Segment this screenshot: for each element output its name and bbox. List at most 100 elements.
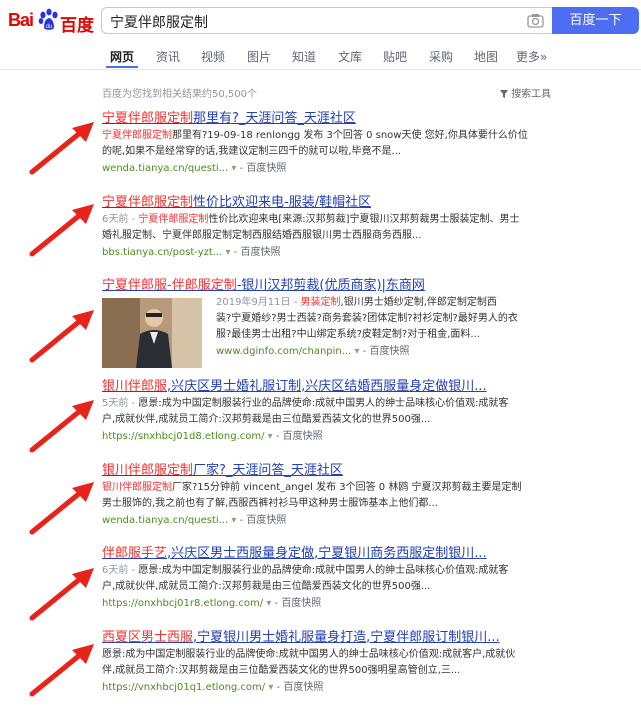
result-abstract: 宁夏伴郎服定制那里有?19-09-18 renlongg 发布 3个回答 0 s…	[102, 128, 622, 160]
result-thumbnail-image[interactable]	[102, 298, 202, 368]
chevron-down-icon[interactable]: ▾	[268, 431, 273, 442]
result-abstract: 6天前 - 愿景:成为中国定制服装行业的品牌使命:成就中国男人的绅士品味核心价值…	[102, 563, 622, 595]
filter-icon	[500, 90, 508, 98]
result-title-link[interactable]: 宁夏伴郎服-伴郎服定制-银川汉邦剪裁(优质商家)|东商网	[102, 277, 622, 294]
result-date: 6天前 -	[102, 214, 139, 225]
baidu-logo[interactable]: Bai du 百度	[8, 8, 96, 36]
chevron-down-icon[interactable]: ▾	[231, 163, 236, 174]
result-url[interactable]: https://vnxhbcj01q1.etlong.com/ ▾ - 百度快照	[102, 680, 622, 695]
result-title-link[interactable]: 西夏区男士西服,宁夏银川男士婚礼服量身打造,宁夏伴郎服订制银川...	[102, 629, 622, 646]
url-text: https://snxhbcj01d8.etlong.com/	[102, 431, 265, 442]
result-title-link[interactable]: 伴郎服手艺,兴庆区男士西服量身定做,宁夏银川商务西服定制银川...	[102, 545, 622, 562]
search-input[interactable]: 宁夏伴郎服定制	[101, 7, 552, 34]
snapshot-link[interactable]: 百度快照	[241, 247, 281, 258]
logo-text-baidu: 百度	[60, 16, 94, 36]
tab-zhidao[interactable]: 知道	[292, 48, 316, 65]
abstract-text: 性价比欢迎来电[来源:汉邦剪裁]宁夏银川汉邦剪裁男士服装定制、男士	[208, 214, 520, 225]
title-text: ,兴庆区男士西服量身定做,宁夏银川商务西服定制银川...	[167, 546, 487, 561]
tab-more[interactable]: 更多»	[516, 48, 547, 65]
url-text: wenda.tianya.cn/questi...	[102, 163, 229, 174]
result-title-link[interactable]: 宁夏伴郎服定制那里有?_天涯问答_天涯社区	[102, 110, 622, 127]
result-url[interactable]: wenda.tianya.cn/questi... ▾ - 百度快照	[102, 513, 622, 528]
chevron-down-icon[interactable]: ▾	[266, 598, 271, 609]
abstract-highlight: 男装定制	[300, 297, 341, 308]
search-result: 银川伴郎服定制厂家?_天涯问答_天涯社区 银川伴郎服定制厂家?15分钟前 vin…	[102, 462, 622, 528]
search-result: 西夏区男士西服,宁夏银川男士婚礼服量身打造,宁夏伴郎服订制银川... 愿景:成为…	[102, 629, 622, 695]
snapshot-link[interactable]: 百度快照	[246, 163, 286, 174]
title-highlight: 西夏区男士西服	[102, 630, 194, 645]
abstract-text: 愿景:成为中国定制服装行业的品牌使命:成就中国男人的绅士品味核心价值观:成就客	[138, 398, 509, 409]
title-text: 那里有?_天涯问答_天涯社区	[193, 111, 356, 126]
result-date: 6天前 -	[102, 565, 139, 576]
title-text: ,宁夏银川男士婚礼服量身打造,宁夏伴郎服订制银川...	[193, 630, 500, 645]
search-button[interactable]: 百度一下	[552, 7, 639, 34]
red-arrow-icon	[29, 122, 94, 175]
active-tab-indicator	[106, 66, 138, 68]
snapshot-link[interactable]: 百度快照	[369, 346, 409, 357]
chevron-down-icon[interactable]: ▾	[354, 346, 359, 357]
tab-news[interactable]: 资讯	[156, 48, 180, 65]
abstract-text: 伴,成就员工简介:汉邦剪裁是由三位酷爱西装文化的世界500强明星高管创立,三..…	[102, 665, 461, 676]
search-result: 伴郎服手艺,兴庆区男士西服量身定做,宁夏银川商务西服定制银川... 6天前 - …	[102, 545, 622, 611]
search-result: 银川伴郎服,兴庆区男士婚礼服订制,兴庆区结婚西服量身定做银川... 5天前 - …	[102, 378, 622, 444]
chevron-down-icon[interactable]: ▾	[226, 247, 231, 258]
search-tools-label: 搜索工具	[511, 89, 552, 100]
result-abstract: 愿景:成为中国定制服装行业的品牌使命:成就中国男人的绅士品味核心价值观:成就客户…	[102, 647, 622, 679]
result-date: 2019年9月11日 -	[216, 297, 301, 308]
result-abstract: 2019年9月11日 - 男装定制,银川男士婚纱定制,伴郎定制定制西装?宁夏婚纱…	[216, 295, 622, 343]
tab-map[interactable]: 地图	[474, 48, 498, 65]
abstract-text: 户,成就伙伴,成就员工简介:汉邦剪裁是由三位酷爱西装文化的世界500强...	[102, 581, 431, 592]
abstract-text: 厂家?15分钟前 vincent_angel 发布 3个回答 0 林鸥 宁夏汉邦…	[172, 482, 522, 493]
abstract-text: 装?宁夏婚纱?男士西装?商务套装?团体定制?衬衫定制?最好男人的衣	[216, 313, 518, 324]
snapshot-link[interactable]: 百度快照	[281, 598, 321, 609]
title-text: 性价比欢迎来电-服装/鞋帽社区	[193, 195, 372, 210]
result-abstract: 5天前 - 愿景:成为中国定制服装行业的品牌使命:成就中国男人的绅士品味核心价值…	[102, 396, 622, 428]
title-highlight: 宁夏伴郎服-伴郎服定制	[102, 278, 237, 293]
url-text: bbs.tianya.cn/post-yzt...	[102, 247, 223, 258]
abstract-text: ,银川男士婚纱定制,伴郎定制定制西	[340, 297, 497, 308]
url-text: https://vnxhbcj01q1.etlong.com/	[102, 682, 266, 693]
abstract-text: 婚礼服定制、宁夏伴郎服定制定制西服结婚西服银川男士西服商务西服...	[102, 230, 422, 241]
red-arrow-icon	[29, 400, 94, 453]
abstract-highlight: 宁夏伴郎服定制	[138, 214, 209, 225]
abstract-highlight: 宁夏伴郎服定制	[102, 130, 172, 141]
result-title-link[interactable]: 宁夏伴郎服定制性价比欢迎来电-服装/鞋帽社区	[102, 194, 622, 211]
chevron-down-icon[interactable]: ▾	[268, 682, 273, 693]
abstract-text: 男士服饰的,我之前也有了解,西服西裤衬衫马甲这种男士服饰基本上他们都...	[102, 498, 438, 509]
abstract-highlight: 银川伴郎服定制	[102, 482, 172, 493]
red-arrow-icon	[29, 204, 94, 257]
abstract-text: 愿景:成为中国定制服装行业的品牌使命:成就中国男人的绅士品味核心价值观:成就客户…	[102, 649, 516, 660]
result-count: 百度为您找到相关结果约50,500个	[102, 89, 257, 100]
search-tools-button[interactable]: 搜索工具	[500, 85, 551, 100]
result-title-link[interactable]: 银川伴郎服,兴庆区男士婚礼服订制,兴庆区结婚西服量身定做银川...	[102, 378, 622, 395]
result-date: 5天前 -	[102, 398, 139, 409]
tab-video[interactable]: 视频	[201, 48, 225, 65]
camera-icon[interactable]	[527, 13, 544, 28]
search-result: 宁夏伴郎服定制那里有?_天涯问答_天涯社区 宁夏伴郎服定制那里有?19-09-1…	[102, 110, 622, 176]
title-highlight: 宁夏伴郎服定制	[102, 111, 194, 126]
url-text: www.dginfo.com/chanpin...	[216, 346, 352, 357]
search-result: 宁夏伴郎服-伴郎服定制-银川汉邦剪裁(优质商家)|东商网 2019年9月11日 …	[102, 277, 622, 368]
snapshot-link[interactable]: 百度快照	[283, 682, 323, 693]
result-abstract: 6天前 - 宁夏伴郎服定制性价比欢迎来电[来源:汉邦剪裁]宁夏银川汉邦剪裁男士服…	[102, 212, 622, 244]
tab-web[interactable]: 网页	[110, 48, 134, 65]
search-result: 宁夏伴郎服定制性价比欢迎来电-服装/鞋帽社区 6天前 - 宁夏伴郎服定制性价比欢…	[102, 194, 622, 260]
result-url[interactable]: wenda.tianya.cn/questi... ▾ - 百度快照	[102, 161, 622, 176]
result-url[interactable]: https://onxhbcj01r8.etlong.com/ ▾ - 百度快照	[102, 596, 622, 611]
result-url[interactable]: www.dginfo.com/chanpin... ▾ - 百度快照	[216, 344, 622, 359]
svg-text:du: du	[46, 24, 53, 30]
red-arrow-icon	[29, 310, 94, 363]
tab-caigou[interactable]: 采购	[429, 48, 453, 65]
result-title-link[interactable]: 银川伴郎服定制厂家?_天涯问答_天涯社区	[102, 462, 622, 479]
tab-tieba[interactable]: 贴吧	[383, 48, 407, 65]
title-text: -银川汉邦剪裁(优质商家)|东商网	[236, 278, 425, 293]
snapshot-link[interactable]: 百度快照	[246, 515, 286, 526]
result-url[interactable]: bbs.tianya.cn/post-yzt... ▾ - 百度快照	[102, 245, 622, 260]
tab-wenku[interactable]: 文库	[338, 48, 362, 65]
tab-images[interactable]: 图片	[247, 48, 271, 65]
red-arrow-icon	[29, 482, 94, 535]
abstract-text: 户,成就伙伴,成就员工简介:汉邦剪裁是由三位酷爱西装文化的世界500强...	[102, 414, 431, 425]
result-url[interactable]: https://snxhbcj01d8.etlong.com/ ▾ - 百度快照	[102, 429, 622, 444]
snapshot-link[interactable]: 百度快照	[283, 431, 323, 442]
chevron-down-icon[interactable]: ▾	[231, 515, 236, 526]
